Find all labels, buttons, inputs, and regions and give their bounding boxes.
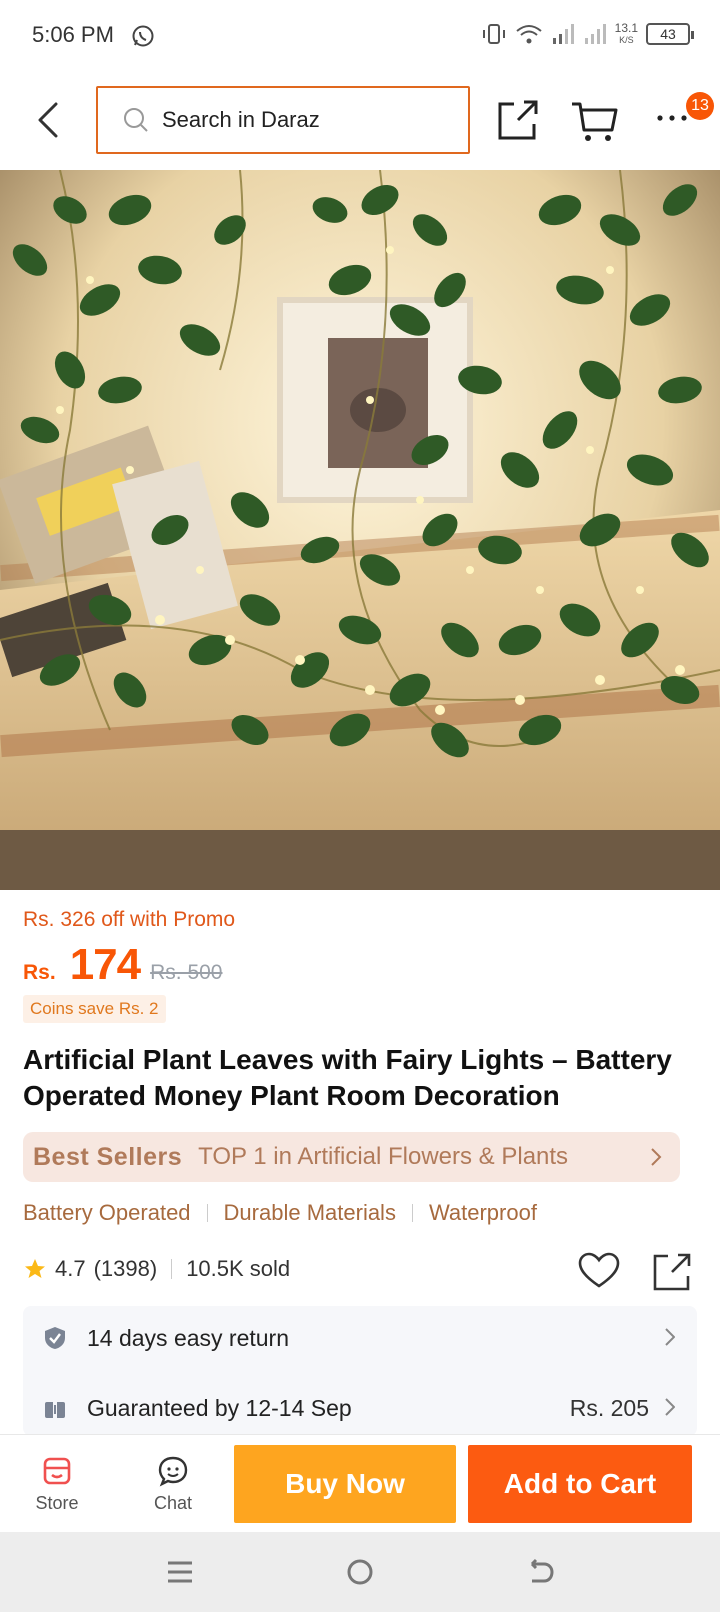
chat-label: Chat bbox=[153, 1492, 193, 1513]
heart-icon[interactable] bbox=[578, 1252, 620, 1290]
chevron-right-icon bbox=[665, 1328, 675, 1346]
back-arrow-icon[interactable] bbox=[30, 98, 66, 142]
cart-icon[interactable] bbox=[570, 100, 618, 144]
status-time: 5:06 PM bbox=[32, 22, 114, 47]
divider bbox=[411, 1204, 413, 1222]
status-icons: 13.1 K/S 43 bbox=[481, 21, 694, 46]
price-row: Rs. 174 Rs. 500 bbox=[23, 940, 222, 990]
signal-icon-2 bbox=[584, 24, 606, 44]
delivery-text: Guaranteed by 12-14 Sep bbox=[87, 1394, 352, 1421]
price-amount: 174 bbox=[69, 940, 141, 989]
coins-badge: Coins save Rs. 2 bbox=[23, 995, 166, 1023]
chat-icon bbox=[158, 1456, 188, 1486]
rating-row[interactable]: 4.7 (1398) 10.5K sold bbox=[23, 1256, 290, 1282]
service-info-card: 14 days easy return Guaranteed by 12-14 … bbox=[23, 1306, 697, 1436]
shield-check-icon bbox=[45, 1327, 65, 1349]
best-sellers-banner[interactable]: Best Sellers TOP 1 in Artificial Flowers… bbox=[23, 1132, 680, 1182]
add-to-cart-button[interactable]: Add to Cart bbox=[468, 1445, 692, 1523]
delivery-price: Rs. 205 bbox=[569, 1394, 649, 1421]
search-input[interactable]: Search in Daraz bbox=[96, 86, 470, 154]
back-icon[interactable] bbox=[518, 1550, 562, 1594]
divider bbox=[171, 1259, 173, 1279]
search-placeholder: Search in Daraz bbox=[162, 107, 320, 132]
delivery-box-icon bbox=[45, 1398, 65, 1418]
wifi-icon bbox=[516, 25, 542, 44]
divider bbox=[206, 1204, 208, 1222]
best-sellers-label: Best Sellers bbox=[33, 1142, 183, 1171]
store-button[interactable]: Store bbox=[2, 1435, 112, 1533]
rating-count: (1398) bbox=[93, 1256, 158, 1281]
store-icon bbox=[43, 1457, 71, 1484]
battery-indicator: 43 bbox=[646, 23, 694, 45]
rating-value: 4.7 bbox=[55, 1256, 86, 1281]
share-icon[interactable] bbox=[652, 1252, 692, 1292]
feature-tag: Waterproof bbox=[428, 1200, 537, 1225]
return-text: 14 days easy return bbox=[87, 1324, 290, 1351]
top-nav: Search in Daraz 13 bbox=[0, 72, 720, 170]
more-options-icon[interactable] bbox=[654, 108, 690, 128]
promo-text[interactable]: Rs. 326 off with Promo bbox=[23, 908, 235, 932]
product-title: Artificial Plant Leaves with Fairy Light… bbox=[23, 1044, 672, 1111]
original-price: Rs. 500 bbox=[150, 961, 223, 984]
net-speed: 13.1 K/S bbox=[614, 21, 638, 45]
feature-tags: Battery Operated Durable Materials Water… bbox=[23, 1200, 537, 1226]
bottom-action-bar: Store Chat Buy Now Add to Cart bbox=[0, 1434, 720, 1532]
chat-button[interactable]: Chat bbox=[118, 1435, 228, 1533]
system-nav-bar bbox=[0, 1532, 720, 1612]
price-currency: Rs. bbox=[23, 961, 56, 984]
home-icon[interactable] bbox=[338, 1550, 382, 1594]
buy-now-button[interactable]: Buy Now bbox=[234, 1445, 456, 1523]
search-icon bbox=[124, 108, 148, 132]
feature-tag: Durable Materials bbox=[223, 1200, 396, 1225]
share-icon[interactable] bbox=[496, 98, 540, 142]
product-photo bbox=[0, 170, 720, 890]
feature-tag: Battery Operated bbox=[23, 1200, 191, 1225]
vibrate-icon bbox=[482, 24, 505, 44]
status-bar: 5:06 PM 13.1 K/S 43 bbox=[0, 0, 720, 72]
whatsapp-icon bbox=[132, 25, 154, 47]
chevron-right-icon bbox=[665, 1398, 675, 1416]
signal-icon-1 bbox=[552, 24, 574, 44]
cart-badge: 13 bbox=[686, 92, 714, 120]
star-icon bbox=[25, 1259, 45, 1278]
delivery-row[interactable]: Guaranteed by 12-14 Sep Rs. 205 bbox=[23, 1376, 697, 1440]
chevron-right-icon bbox=[651, 1148, 662, 1166]
store-label: Store bbox=[35, 1492, 79, 1513]
best-sellers-text: TOP 1 in Artificial Flowers & Plants bbox=[198, 1143, 569, 1170]
sold-count: 10.5K sold bbox=[186, 1256, 291, 1281]
menu-icon[interactable] bbox=[158, 1550, 202, 1594]
product-image[interactable] bbox=[0, 170, 720, 890]
return-policy-row[interactable]: 14 days easy return bbox=[23, 1306, 697, 1370]
